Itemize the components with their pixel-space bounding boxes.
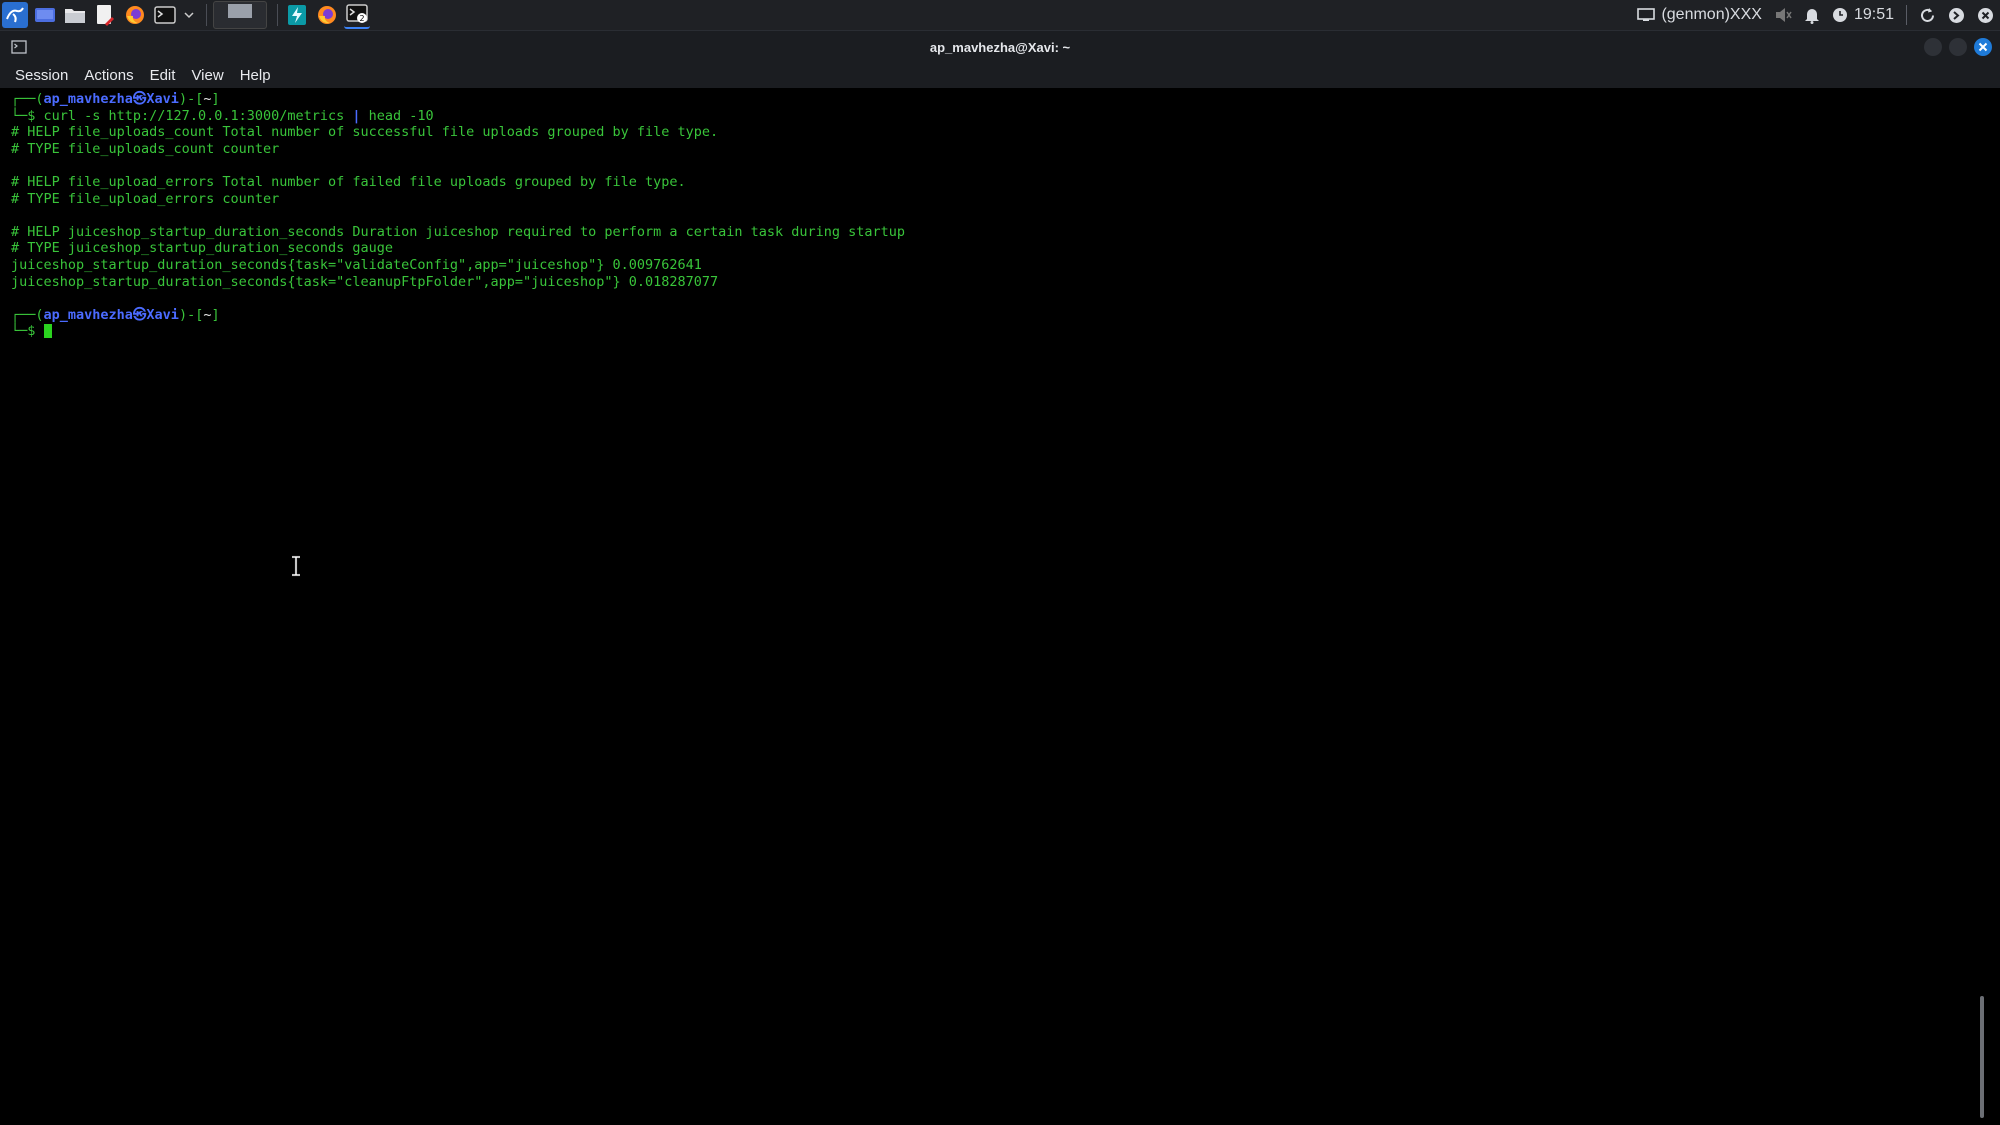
command-text: curl -s http://127.0.0.1:3000/metrics xyxy=(43,107,353,124)
window-title: ap_mavhezha@Xavi: ~ xyxy=(929,40,1071,55)
output-line: # HELP juiceshop_startup_duration_second… xyxy=(11,223,906,240)
refresh-icon[interactable] xyxy=(1919,7,1936,24)
window-titlebar[interactable]: ap_mavhezha@Xavi: ~ xyxy=(0,30,2000,65)
menu-actions[interactable]: Actions xyxy=(77,64,140,88)
genmon-widget[interactable]: (genmon)XXX xyxy=(1637,6,1762,24)
minimize-button[interactable] xyxy=(1924,38,1942,56)
menu-help[interactable]: Help xyxy=(233,64,278,88)
prompt-line: ┌──(ap_mavhezha㉿Xavi)-[~] xyxy=(11,91,220,107)
notification-bell-icon[interactable] xyxy=(1804,7,1820,24)
scrollbar[interactable] xyxy=(1974,88,1988,1123)
dropdown-arrow-icon[interactable] xyxy=(182,2,196,28)
ibeam-cursor-icon xyxy=(289,555,303,581)
logout-icon[interactable] xyxy=(1948,7,1965,24)
clock[interactable]: 19:51 xyxy=(1832,6,1894,24)
zap-app-icon[interactable] xyxy=(284,2,310,28)
menu-session[interactable]: Session xyxy=(8,64,75,88)
terminal-icon[interactable] xyxy=(152,2,178,28)
firefox-icon[interactable] xyxy=(122,2,148,28)
menu-bar: Session Actions Edit View Help xyxy=(0,64,2000,88)
text-editor-icon[interactable] xyxy=(92,2,118,28)
divider xyxy=(206,4,207,26)
top-panel: 2 (genmon)XXX 19:51 xyxy=(0,0,2000,30)
maximize-button[interactable] xyxy=(1949,38,1967,56)
prompt-user-host: ap_mavhezha㉿Xavi xyxy=(43,91,179,107)
launcher-area: 2 xyxy=(0,0,374,30)
terminal-area[interactable]: ┌──(ap_mavhezha㉿Xavi)-[~] └─$ curl -s ht… xyxy=(4,88,1988,1123)
text-cursor xyxy=(43,324,52,339)
file-manager-icon[interactable] xyxy=(62,2,88,28)
divider xyxy=(277,4,278,26)
command-tail: head -10 xyxy=(368,107,434,124)
svg-text:2: 2 xyxy=(360,14,365,23)
firefox-task-icon[interactable] xyxy=(314,2,340,28)
active-workspace-icon xyxy=(228,4,252,18)
genmon-label: (genmon)XXX xyxy=(1661,6,1762,23)
terminal-task-icon[interactable]: 2 xyxy=(344,1,370,29)
menu-edit[interactable]: Edit xyxy=(143,64,183,88)
clock-icon xyxy=(1832,8,1847,22)
menu-view[interactable]: View xyxy=(184,64,230,88)
output-line: juiceshop_startup_duration_seconds{task=… xyxy=(11,273,719,290)
output-line: # HELP file_upload_errors Total number o… xyxy=(11,173,686,190)
system-tray: (genmon)XXX 19:51 xyxy=(1625,0,1994,30)
command-line: └─$ curl -s http://127.0.0.1:3000/metric… xyxy=(11,107,434,124)
clock-time: 19:51 xyxy=(1853,6,1894,23)
command-pipe: | xyxy=(352,107,369,124)
input-line[interactable]: └─$ xyxy=(11,323,905,340)
divider xyxy=(1906,5,1907,25)
mute-icon[interactable] xyxy=(1774,7,1792,23)
kali-menu-icon[interactable] xyxy=(2,2,28,28)
output-line: # HELP file_uploads_count Total number o… xyxy=(11,124,719,141)
close-button[interactable] xyxy=(1974,38,1992,56)
close-icon xyxy=(1978,42,1988,52)
prompt-line: ┌──(ap_mavhezha㉿Xavi)-[~] xyxy=(11,306,220,323)
output-line: # TYPE juiceshop_startup_duration_second… xyxy=(11,240,394,257)
scroll-thumb[interactable] xyxy=(1980,996,1984,1118)
workspace-switcher[interactable] xyxy=(213,1,267,29)
output-line: # TYPE file_uploads_count counter xyxy=(11,140,280,157)
terminal-output: ┌──(ap_mavhezha㉿Xavi)-[~] └─$ curl -s ht… xyxy=(11,91,905,340)
power-icon[interactable] xyxy=(1977,7,1994,24)
monitor-icon xyxy=(1637,8,1656,21)
desktop-icon[interactable] xyxy=(32,2,58,28)
output-line: # TYPE file_upload_errors counter xyxy=(11,190,280,207)
prompt-user-host: ap_mavhezha㉿Xavi xyxy=(43,306,179,323)
output-line: juiceshop_startup_duration_seconds{task=… xyxy=(11,256,702,273)
